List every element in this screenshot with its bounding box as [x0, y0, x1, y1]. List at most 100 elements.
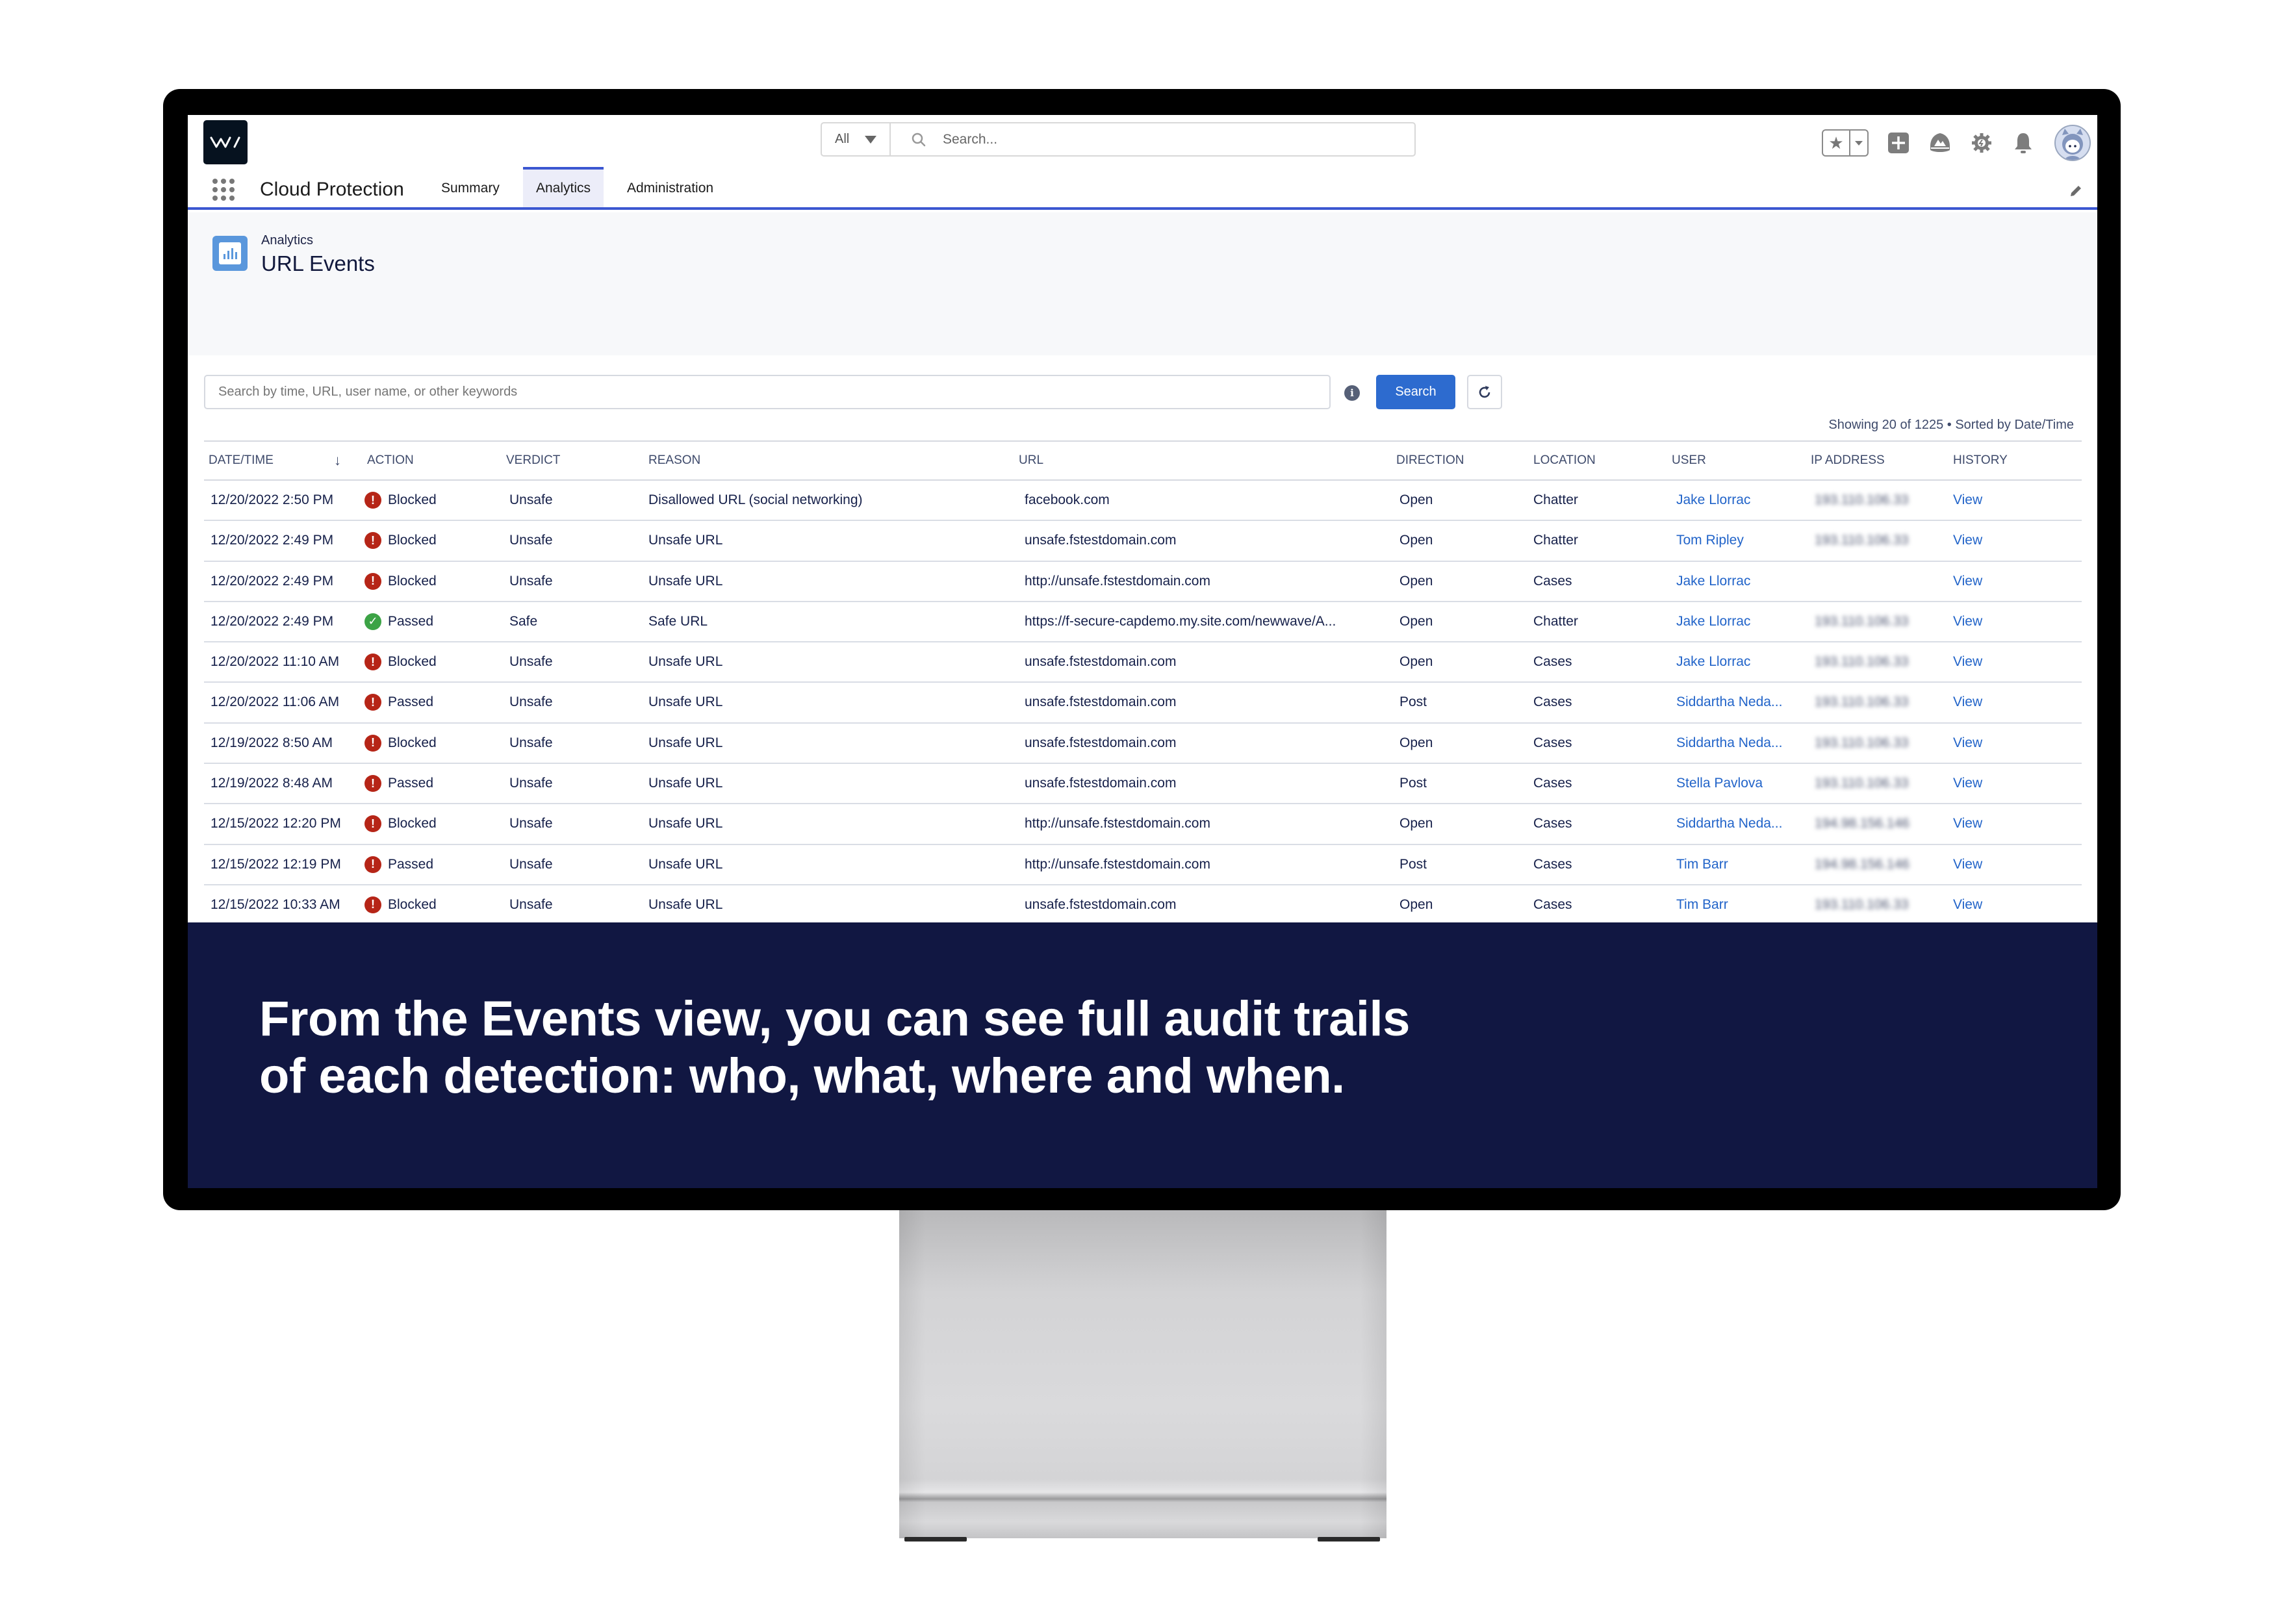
cell-history-view-link[interactable]: View [1953, 724, 1982, 763]
nav-tab-administration[interactable]: Administration [614, 170, 726, 207]
column-header-location[interactable]: LOCATION [1533, 442, 1596, 479]
cell-url-text: unsafe.fstestdomain.com [1025, 654, 1177, 670]
column-header-url[interactable]: URL [1019, 442, 1043, 479]
cell-user-text[interactable]: Jake Llorrac [1676, 654, 1750, 670]
cell-history-view-link[interactable]: View [1953, 845, 1982, 884]
cell-user[interactable]: Tom Ripley [1676, 521, 1744, 560]
cell-history-view-link[interactable]: View [1953, 683, 1982, 722]
cell-ip-address: 193.110.106.33 [1815, 724, 1908, 763]
table-row[interactable]: 12/20/2022 2:49 PM! Blocked Unsafe Unsafe U… [204, 562, 2082, 602]
events-search-input[interactable] [204, 375, 1331, 409]
cell-user-text[interactable]: Tim Barr [1676, 857, 1728, 872]
cell-user-text[interactable]: Stella Pavlova [1676, 776, 1763, 791]
cell-history-view-link[interactable]: View [1953, 885, 1982, 924]
cell-user[interactable]: Jake Llorrac [1676, 481, 1750, 520]
cell-user-text[interactable]: Jake Llorrac [1676, 614, 1750, 629]
caption-banner: From the Events view, you can see full a… [188, 922, 2097, 1188]
trailhead-icon[interactable] [1928, 131, 1952, 155]
table-row[interactable]: 12/15/2022 10:33 AM! Blocked Unsafe Unsafe … [204, 885, 2082, 926]
table-row[interactable]: 12/20/2022 2:49 PM ✓ Passed Safe Safe URL htt… [204, 602, 2082, 643]
table-row[interactable]: 12/19/2022 8:48 AM! Passed Unsafe Unsafe UR… [204, 764, 2082, 805]
table-row[interactable]: 12/20/2022 11:06 AM! Passed Unsafe Unsafe U… [204, 683, 2082, 724]
favorites-star-icon[interactable]: ★ [1823, 131, 1850, 155]
cell-history-view-link[interactable]: View [1953, 764, 1982, 803]
cell-user[interactable]: Tim Barr [1676, 845, 1728, 884]
cell-history-view-link[interactable]: View [1953, 602, 1982, 641]
table-row[interactable]: 12/15/2022 12:20 PM! Blocked Unsafe Unsafe … [204, 804, 2082, 845]
column-header-datetime[interactable]: DATE/TIME [209, 442, 274, 479]
cell-user[interactable]: Jake Llorrac [1676, 562, 1750, 601]
user-avatar[interactable] [2054, 125, 2091, 161]
cell-user-text[interactable]: Jake Llorrac [1676, 492, 1750, 508]
table-row[interactable]: 12/20/2022 11:10 AM! Blocked Unsafe Unsafe … [204, 642, 2082, 683]
cell-action: ! Blocked [364, 642, 437, 681]
favorites-button[interactable]: ★ [1822, 129, 1869, 157]
cell-user[interactable]: Siddartha Neda... [1676, 683, 1782, 722]
cell-user[interactable]: Siddartha Neda... [1676, 804, 1782, 843]
cell-history-view-link-text[interactable]: View [1953, 574, 1982, 589]
table-row[interactable]: 12/20/2022 2:49 PM! Blocked Unsafe Unsafe U… [204, 521, 2082, 562]
cell-datetime: 12/20/2022 2:49 PM [211, 521, 333, 560]
cell-history-view-link[interactable]: View [1953, 642, 1982, 681]
search-button[interactable]: Search [1376, 375, 1455, 409]
edit-nav-pencil-icon[interactable] [2069, 184, 2083, 198]
cell-user-text[interactable]: Tom Ripley [1676, 533, 1744, 548]
cell-url: https://f-secure-capdemo.my.site.com/new… [1025, 602, 1336, 641]
global-search-input[interactable]: Search... [943, 132, 997, 147]
cell-history-view-link-text[interactable]: View [1953, 897, 1982, 913]
cell-history-view-link[interactable]: View [1953, 521, 1982, 560]
column-header-verdict[interactable]: VERDICT [506, 442, 560, 479]
table-row[interactable]: 12/19/2022 8:50 AM! Blocked Unsafe Unsafe U… [204, 724, 2082, 765]
cell-user[interactable]: Stella Pavlova [1676, 764, 1763, 803]
cell-history-view-link-text[interactable]: View [1953, 857, 1982, 872]
table-row[interactable]: 12/20/2022 2:50 PM! Blocked Unsafe Disallow… [204, 481, 2082, 522]
nav-tab-summary[interactable]: Summary [428, 170, 513, 207]
setup-gear-icon[interactable] [1970, 131, 1993, 155]
cell-user-text[interactable]: Siddartha Neda... [1676, 816, 1782, 831]
cell-history-view-link-text[interactable]: View [1953, 654, 1982, 670]
cell-user[interactable]: Jake Llorrac [1676, 602, 1750, 641]
cell-reason: Unsafe URL [648, 804, 722, 843]
cell-user[interactable]: Tim Barr [1676, 885, 1728, 924]
cell-user-text[interactable]: Siddartha Neda... [1676, 735, 1782, 751]
cell-history-view-link[interactable]: View [1953, 804, 1982, 843]
table-row[interactable]: 12/15/2022 12:19 PM! Passed Unsafe Unsafe U… [204, 845, 2082, 885]
cell-action: ! Passed [364, 764, 433, 803]
column-header-history[interactable]: HISTORY [1953, 442, 2008, 479]
cell-user[interactable]: Jake Llorrac [1676, 642, 1750, 681]
cell-user-text[interactable]: Jake Llorrac [1676, 574, 1750, 589]
refresh-button[interactable] [1467, 375, 1502, 409]
cell-verdict-text: Unsafe [509, 776, 553, 791]
search-scope-select[interactable]: All [822, 123, 891, 155]
info-icon[interactable]: i [1344, 385, 1360, 401]
column-header-reason[interactable]: REASON [648, 442, 700, 479]
cell-history-view-link[interactable]: View [1953, 562, 1982, 601]
cell-action-text: Passed [388, 694, 434, 710]
cell-history-view-link-text[interactable]: View [1953, 776, 1982, 791]
cell-user[interactable]: Siddartha Neda... [1676, 724, 1782, 763]
global-search-bar[interactable]: All Search... [821, 122, 1416, 157]
column-header-ip-address[interactable]: IP ADDRESS [1811, 442, 1885, 479]
cell-history-view-link-text[interactable]: View [1953, 533, 1982, 548]
column-header-direction[interactable]: DIRECTION [1396, 442, 1464, 479]
cell-history-view-link-text[interactable]: View [1953, 735, 1982, 751]
notifications-bell-icon[interactable] [2012, 131, 2035, 155]
app-logo[interactable] [203, 120, 248, 164]
cell-history-view-link-text[interactable]: View [1953, 816, 1982, 831]
cell-location: Cases [1533, 642, 1572, 681]
cell-user-text[interactable]: Siddartha Neda... [1676, 694, 1782, 710]
nav-tab-analytics[interactable]: Analytics [523, 167, 604, 207]
column-header-action[interactable]: ACTION [367, 442, 414, 479]
cell-url-text: https://f-secure-capdemo.my.site.com/new… [1025, 613, 1336, 629]
cell-user-text[interactable]: Tim Barr [1676, 897, 1728, 913]
cell-history-view-link[interactable]: View [1953, 481, 1982, 520]
cell-history-view-link-text[interactable]: View [1953, 694, 1982, 710]
column-header-user[interactable]: USER [1672, 442, 1706, 479]
sort-descending-arrow-icon[interactable]: ↓ [334, 442, 341, 479]
caption-line-1: From the Events view, you can see full a… [259, 991, 1410, 1047]
app-launcher-icon[interactable] [212, 179, 235, 201]
favorites-dropdown-icon[interactable] [1850, 131, 1867, 155]
cell-history-view-link-text[interactable]: View [1953, 614, 1982, 629]
cell-history-view-link-text[interactable]: View [1953, 492, 1982, 508]
global-actions-plus-icon[interactable] [1887, 131, 1910, 155]
